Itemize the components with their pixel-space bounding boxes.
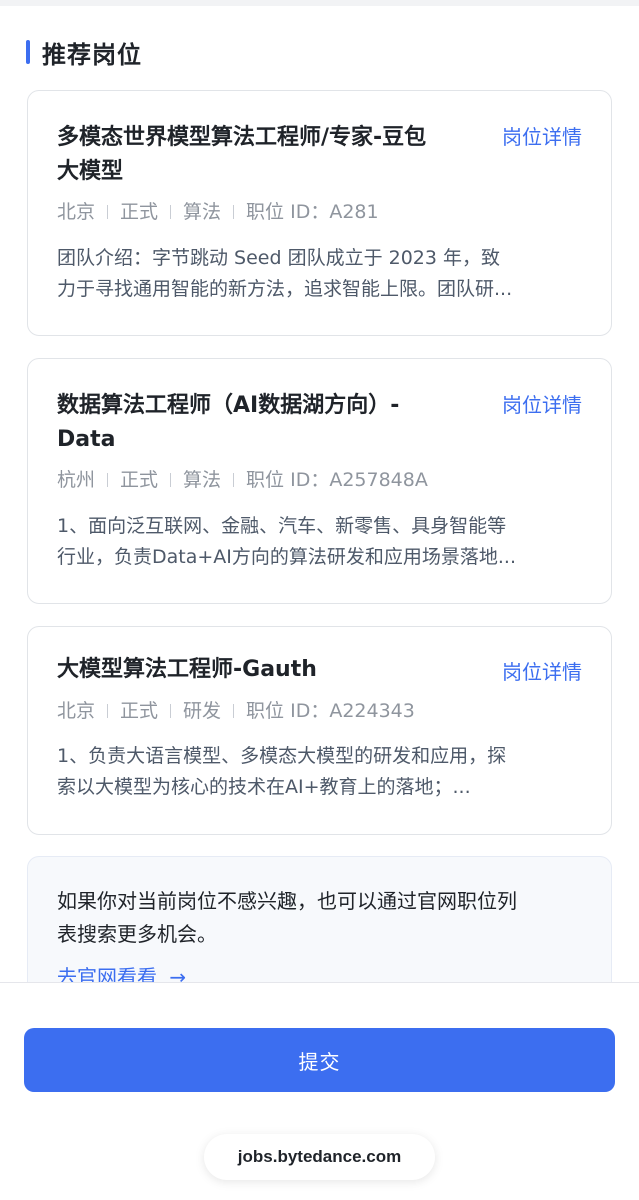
job-title-line: 大模型算法工程师-Gauth xyxy=(57,657,317,682)
job-title-line: 大模型 xyxy=(57,159,124,184)
job-description: 团队介绍：字节跳动 Seed 团队成立于 2023 年，致 力于寻找通用智能的新… xyxy=(57,243,587,305)
job-description-line: 力于寻找通用智能的新方法，追求智能上限。团队研... xyxy=(57,278,513,300)
job-type: 正式 xyxy=(120,700,159,722)
tip-text-line: 表搜索更多机会。 xyxy=(57,922,217,946)
job-description-line: 1、面向泛互联网、金融、汽车、新零售、具身智能等 xyxy=(57,515,507,537)
job-description-line: 行业，负责Data+AI方向的算法研发和应用场景落地... xyxy=(57,546,517,568)
job-city: 北京 xyxy=(57,201,96,223)
bottom-panel: 提交 jobs.bytedance.com xyxy=(0,982,639,1200)
job-card[interactable]: 多模态世界模型算法工程师/专家-豆包 大模型 岗位详情 北京 正式 算法 职位 … xyxy=(27,90,612,336)
arrow-right-icon: → xyxy=(169,965,187,982)
job-description-line: 1、负责大语言模型、多模态大模型的研发和应用，探 xyxy=(57,745,507,767)
meta-divider xyxy=(107,473,109,487)
meta-divider xyxy=(233,473,235,487)
job-title-line: 多模态世界模型算法工程师/专家-豆包 xyxy=(57,125,427,150)
job-card[interactable]: 大模型算法工程师-Gauth 岗位详情 北京 正式 研发 职位 ID：A2243… xyxy=(27,626,612,835)
meta-divider xyxy=(170,704,172,718)
job-id: 职位 ID：A257848A xyxy=(246,469,428,491)
meta-divider xyxy=(233,205,235,219)
job-description: 1、面向泛互联网、金融、汽车、新零售、具身智能等 行业，负责Data+AI方向的… xyxy=(57,511,587,573)
job-detail-link[interactable]: 岗位详情 xyxy=(502,122,582,152)
meta-divider xyxy=(170,205,172,219)
job-meta: 北京 正式 研发 职位 ID：A224343 xyxy=(57,697,415,725)
meta-divider xyxy=(170,473,172,487)
meta-divider xyxy=(107,704,109,718)
section-header: 推荐岗位 xyxy=(26,38,142,69)
job-description: 1、负责大语言模型、多模态大模型的研发和应用，探 索以大模型为核心的技术在AI+… xyxy=(57,741,587,803)
meta-divider xyxy=(233,704,235,718)
job-category: 研发 xyxy=(183,700,222,722)
job-meta: 北京 正式 算法 职位 ID：A281 xyxy=(57,198,379,226)
tip-text: 如果你对当前岗位不感兴趣，也可以通过官网职位列 表搜索更多机会。 xyxy=(57,885,577,951)
job-category: 算法 xyxy=(183,469,222,491)
job-detail-link[interactable]: 岗位详情 xyxy=(502,390,582,420)
job-description-line: 索以大模型为核心的技术在AI+教育上的落地；... xyxy=(57,776,471,798)
job-type: 正式 xyxy=(120,201,159,223)
job-city: 杭州 xyxy=(57,469,96,491)
job-city: 北京 xyxy=(57,700,96,722)
job-card[interactable]: 数据算法工程师（AI数据湖方向）- Data 岗位详情 杭州 正式 算法 职位 … xyxy=(27,358,612,604)
official-site-link[interactable]: 去官网看看 → xyxy=(57,962,186,982)
job-detail-link[interactable]: 岗位详情 xyxy=(502,657,582,687)
submit-button[interactable]: 提交 xyxy=(24,1028,615,1092)
official-site-link-label: 去官网看看 xyxy=(57,965,157,982)
tip-text-line: 如果你对当前岗位不感兴趣，也可以通过官网职位列 xyxy=(57,889,517,913)
job-id: 职位 ID：A281 xyxy=(246,201,379,223)
job-title: 大模型算法工程师-Gauth xyxy=(57,653,477,687)
job-title-line: 数据算法工程师（AI数据湖方向）- xyxy=(57,393,400,418)
meta-divider xyxy=(107,205,109,219)
recommended-jobs-scroll-area[interactable]: 推荐岗位 多模态世界模型算法工程师/专家-豆包 大模型 岗位详情 北京 正式 算… xyxy=(0,6,639,982)
job-title-line: Data xyxy=(57,427,116,452)
job-title: 数据算法工程师（AI数据湖方向）- Data xyxy=(57,389,477,457)
job-category: 算法 xyxy=(183,201,222,223)
job-title: 多模态世界模型算法工程师/专家-豆包 大模型 xyxy=(57,121,477,189)
job-id: 职位 ID：A224343 xyxy=(246,700,415,722)
job-meta: 杭州 正式 算法 职位 ID：A257848A xyxy=(57,466,428,494)
job-description-line: 团队介绍：字节跳动 Seed 团队成立于 2023 年，致 xyxy=(57,247,501,269)
url-bar[interactable]: jobs.bytedance.com xyxy=(204,1134,435,1180)
job-type: 正式 xyxy=(120,469,159,491)
section-title: 推荐岗位 xyxy=(42,40,142,69)
section-accent-bar xyxy=(26,40,30,64)
tip-card: 如果你对当前岗位不感兴趣，也可以通过官网职位列 表搜索更多机会。 去官网看看 → xyxy=(27,856,612,982)
